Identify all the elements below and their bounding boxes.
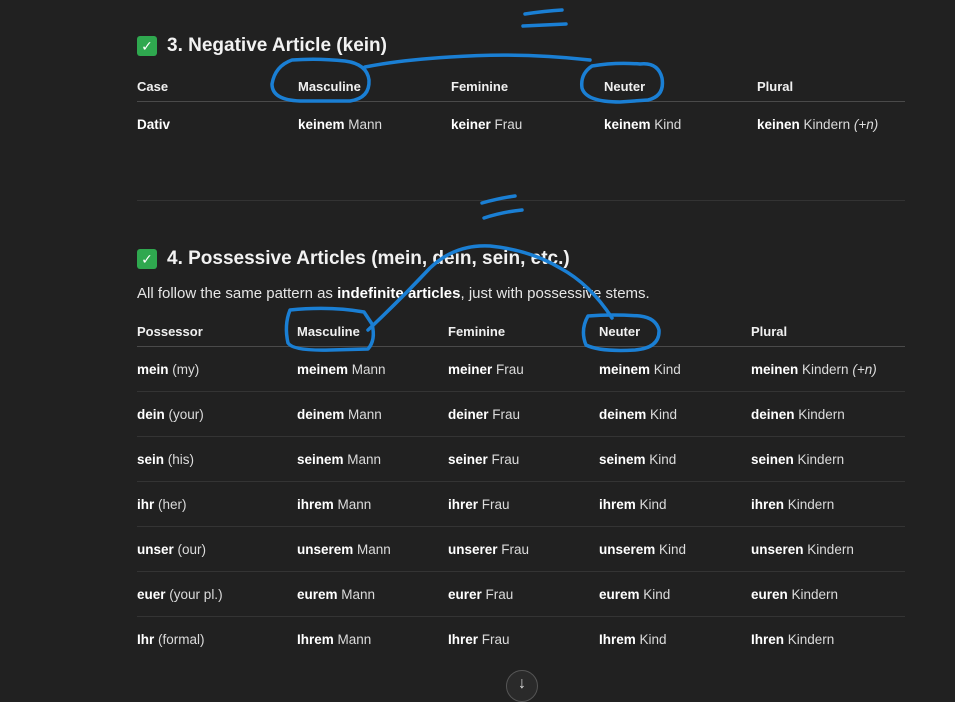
cell-masculine: unserem Mann [297, 526, 448, 572]
cell-feminine: keiner Frau [451, 116, 523, 132]
cell-masculine: keinem Mann [298, 116, 383, 132]
header-feminine: Feminine [451, 71, 604, 102]
table-header-row: Case Masculine Feminine Neuter Plural [137, 71, 905, 102]
cell-possessor: mein (my) [137, 346, 297, 392]
cell-feminine: eurer Frau [448, 571, 599, 617]
cell-feminine: unserer Frau [448, 526, 599, 572]
cell-neuter: ihrem Kind [599, 481, 751, 527]
cell-feminine: deiner Frau [448, 391, 599, 437]
cell-possessor: Ihr (formal) [137, 631, 205, 647]
table-row: sein (his) seinem Mann seiner Frau seinem K… [137, 436, 905, 482]
cell-possessor: sein (his) [137, 436, 297, 482]
header-plural: Plural [751, 316, 905, 347]
annotation-equals-top [521, 8, 568, 28]
cell-neuter: meinem Kind [599, 346, 751, 392]
cell-plural: Ihren Kindern [751, 631, 835, 647]
table-row: euer (your pl.) eurem Mann eurer Frau eurem… [137, 571, 905, 617]
cell-neuter: deinem Kind [599, 391, 751, 437]
cell-masculine: seinem Mann [297, 436, 448, 482]
header-neuter: Neuter [599, 316, 751, 347]
section-4-heading: ✓ 4. Possessive Articles (mein, dein, se… [137, 248, 905, 270]
scroll-down-button[interactable]: ↓ [506, 670, 538, 702]
section-4-intro: All follow the same pattern as indefinit… [137, 285, 650, 302]
cell-neuter: keinem Kind [604, 116, 682, 132]
table-row: unser (our) unserem Mann unserer Frau unser… [137, 526, 905, 572]
table-row: Ihr (formal) Ihrem Mann Ihrer Frau Ihrem Ki… [137, 617, 905, 662]
cell-plural: meinen Kindern (+n) [751, 346, 905, 392]
cell-feminine: meiner Frau [448, 346, 599, 392]
section-3-heading: ✓ 3. Negative Article (kein) [137, 35, 905, 57]
header-masculine: Masculine [297, 316, 448, 347]
cell-neuter: unserem Kind [599, 526, 751, 572]
header-possessor: Possessor [137, 316, 297, 347]
cell-neuter: eurem Kind [599, 571, 751, 617]
cell-plural: keinen Kindern (+n) [757, 116, 879, 132]
cell-possessor: unser (our) [137, 526, 297, 572]
cell-plural: deinen Kindern [751, 391, 905, 437]
checkmark-icon: ✓ [137, 36, 157, 56]
section-negative-article: ✓ 3. Negative Article (kein) Case Mascul… [137, 35, 905, 146]
cell-masculine: deinem Mann [297, 391, 448, 437]
checkmark-icon: ✓ [137, 249, 157, 269]
cell-masculine: Ihrem Mann [297, 631, 372, 647]
table-row: mein (my) meinem Mann meiner Frau meinem Ki… [137, 346, 905, 392]
negative-article-table: Case Masculine Feminine Neuter Plural Da… [137, 71, 905, 146]
section-3-title: 3. Negative Article (kein) [167, 35, 387, 56]
cell-possessor: ihr (her) [137, 481, 297, 527]
cell-feminine: Ihrer Frau [448, 631, 510, 647]
cell-plural: euren Kindern [751, 571, 905, 617]
header-feminine: Feminine [448, 316, 599, 347]
cell-possessor: dein (your) [137, 391, 297, 437]
cell-plural: seinen Kindern [751, 436, 905, 482]
cell-masculine: eurem Mann [297, 571, 448, 617]
cell-masculine: ihrem Mann [297, 481, 448, 527]
cell-neuter: Ihrem Kind [599, 631, 667, 647]
possessive-articles-table: Possessor Masculine Feminine Neuter Plur… [137, 316, 905, 661]
table-row: Dativ keinem Mann keiner Frau keinem Kin… [137, 102, 905, 147]
cell-masculine: meinem Mann [297, 346, 448, 392]
cell-case: Dativ [137, 116, 171, 132]
arrow-down-icon: ↓ [518, 675, 526, 692]
cell-plural: ihren Kindern [751, 481, 905, 527]
cell-neuter: seinem Kind [599, 436, 751, 482]
section-4-title: 4. Possessive Articles (mein, dein, sein… [167, 248, 570, 269]
table-header-row: Possessor Masculine Feminine Neuter Plur… [137, 316, 905, 347]
cell-feminine: seiner Frau [448, 436, 599, 482]
table-row: ihr (her) ihrem Mann ihrer Frau ihrem Kind i… [137, 481, 905, 527]
header-neuter: Neuter [604, 71, 757, 102]
cell-feminine: ihrer Frau [448, 481, 599, 527]
header-masculine: Masculine [298, 71, 451, 102]
header-case: Case [137, 71, 298, 102]
header-plural: Plural [757, 71, 905, 102]
section-divider [137, 200, 905, 201]
cell-possessor: euer (your pl.) [137, 571, 297, 617]
table-row: dein (your) deinem Mann deiner Frau deinem … [137, 391, 905, 437]
cell-plural: unseren Kindern [751, 526, 905, 572]
section-possessive-articles: ✓ 4. Possessive Articles (mein, dein, se… [137, 248, 905, 661]
